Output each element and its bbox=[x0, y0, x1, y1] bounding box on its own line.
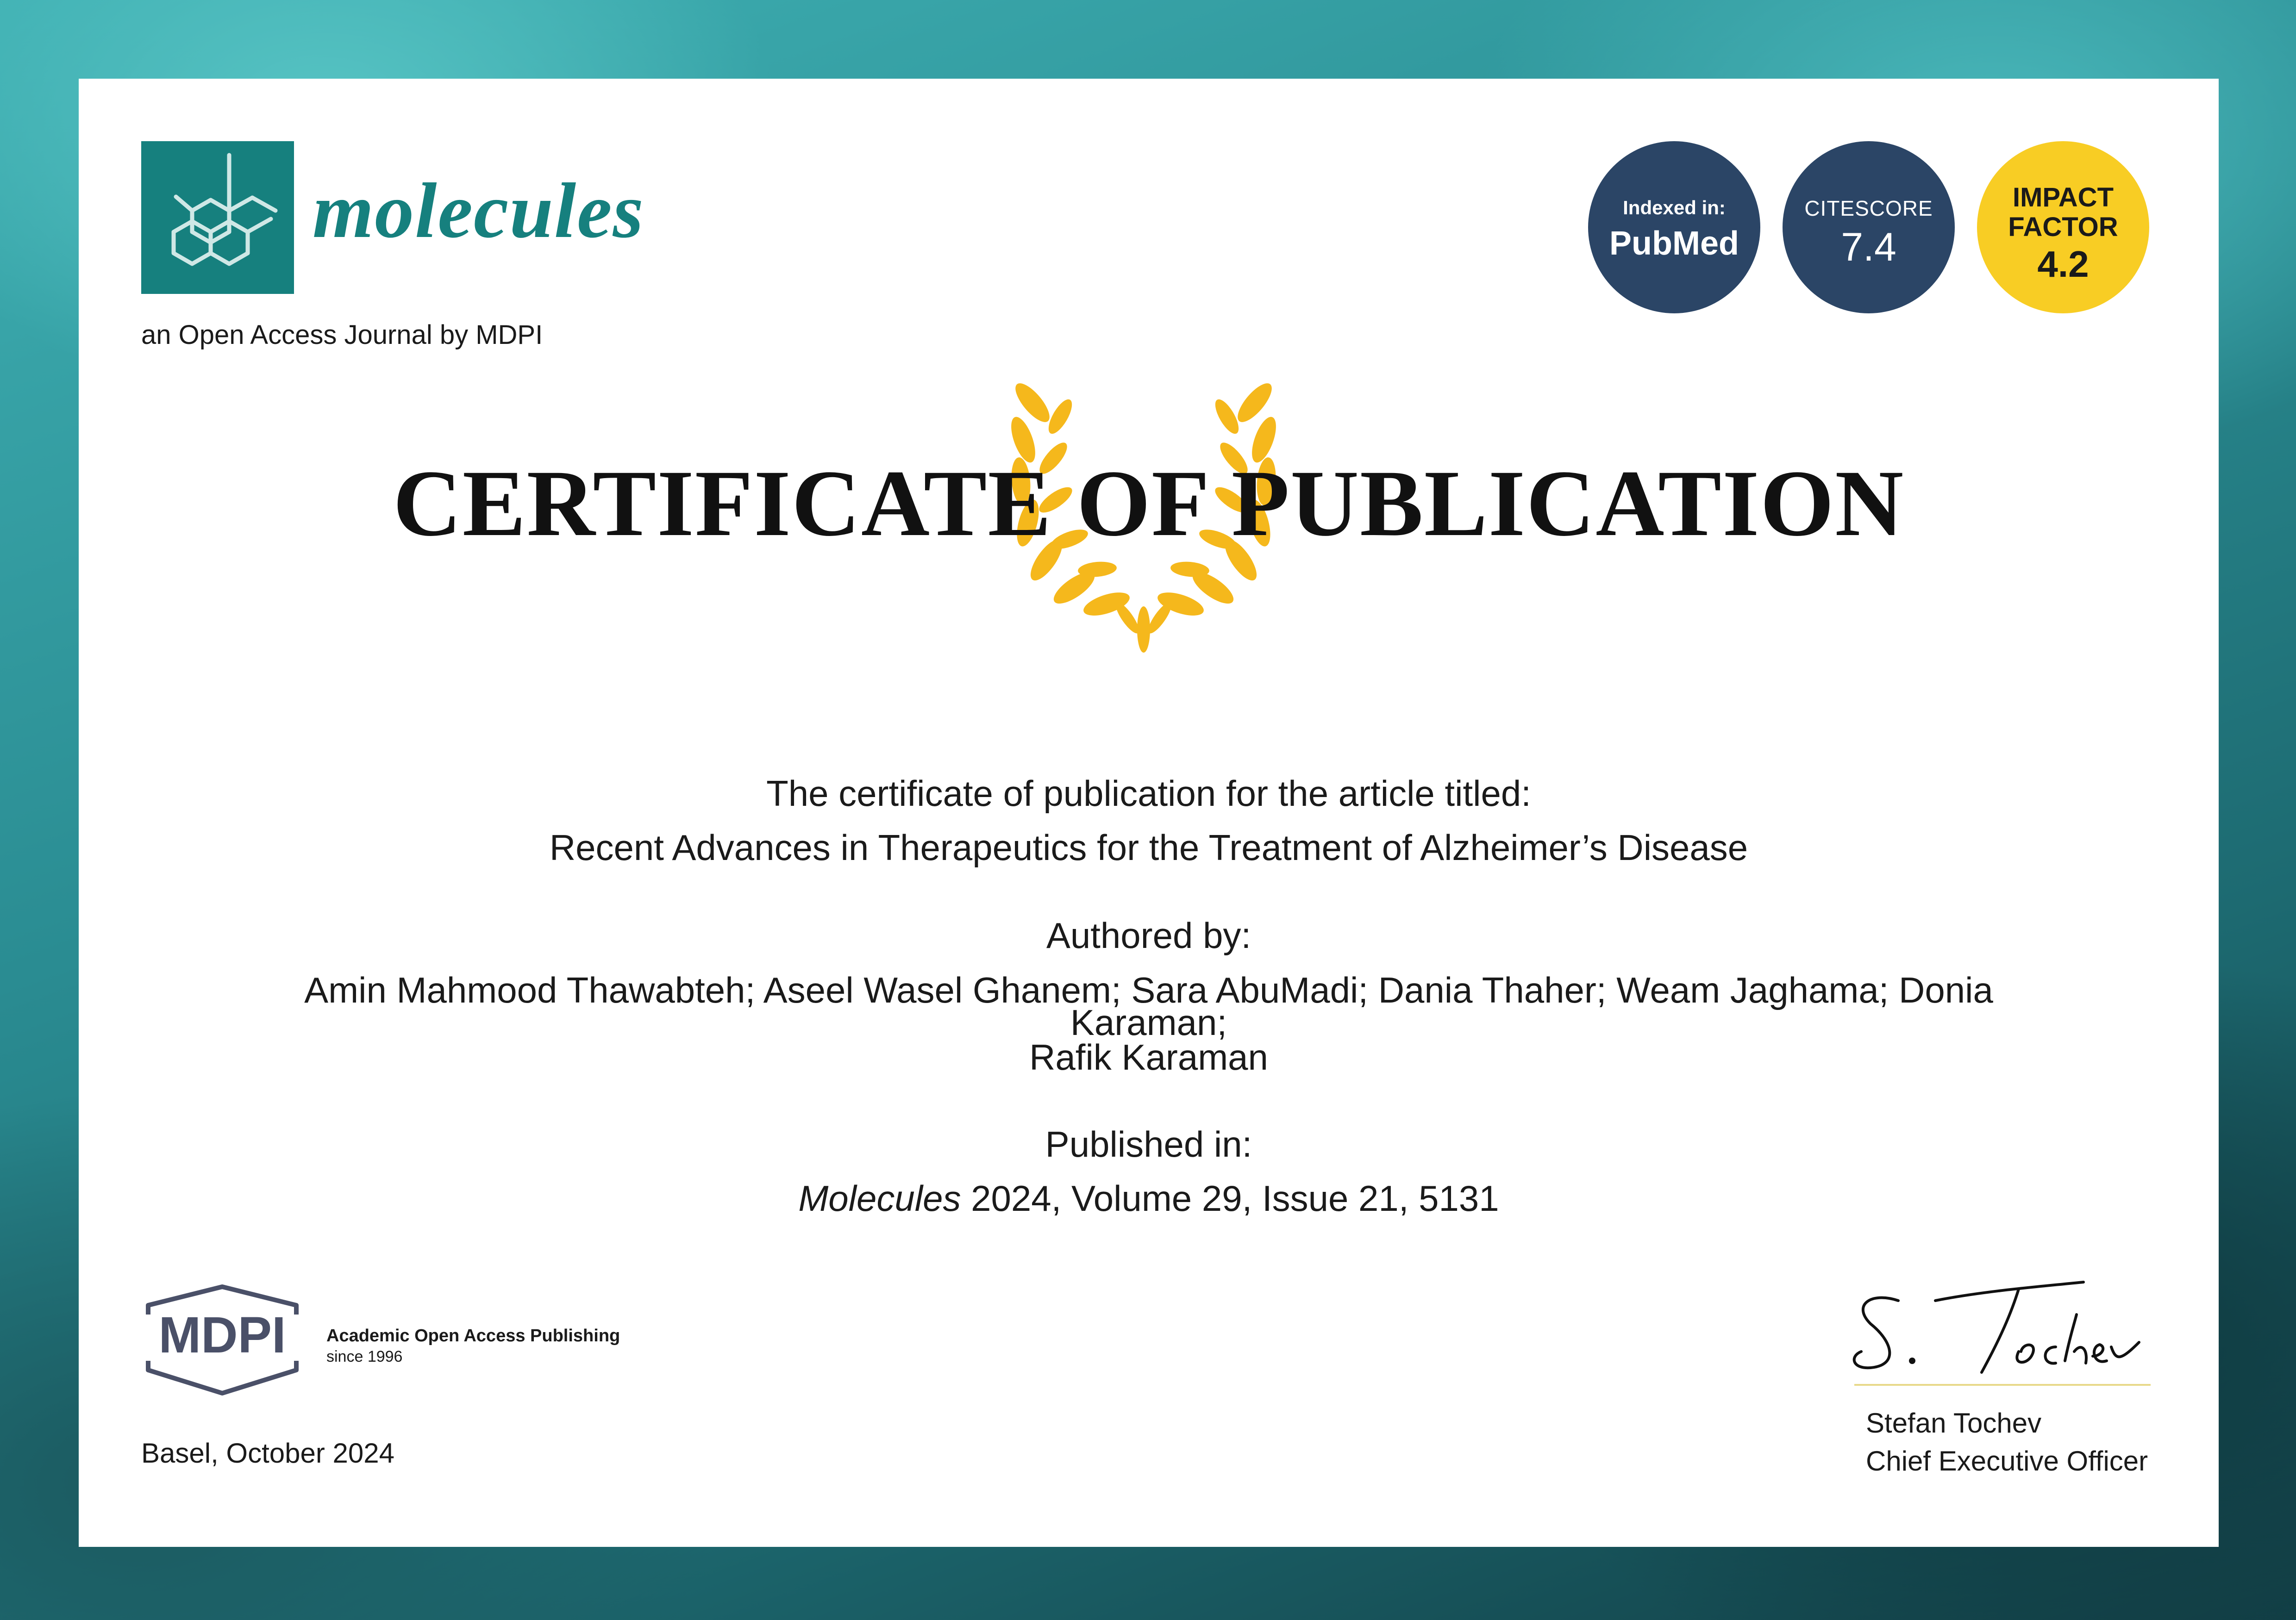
citation: Molecules 2024, Volume 29, Issue 21, 513… bbox=[79, 1180, 2219, 1216]
citescore-badge-value: 7.4 bbox=[1841, 225, 1896, 269]
molecules-logo-icon bbox=[141, 141, 294, 294]
pubmed-badge: Indexed in: PubMed bbox=[1588, 141, 1760, 313]
signatory-role: Chief Executive Officer bbox=[1866, 1446, 2148, 1477]
journal-name: molecules bbox=[313, 167, 644, 254]
impact-factor-badge: IMPACT FACTOR 4.2 bbox=[1977, 141, 2149, 313]
signature-icon bbox=[1852, 1281, 2140, 1374]
mdpi-logo-icon: MDPI bbox=[146, 1284, 299, 1396]
article-title: Recent Advances in Therapeutics for the … bbox=[549, 827, 1748, 868]
pubmed-badge-label: Indexed in: bbox=[1623, 197, 1726, 218]
authors-line-2: Karaman; bbox=[1070, 1002, 1227, 1043]
citation-journal: Molecules bbox=[798, 1178, 961, 1219]
citation-details: , Volume 29, Issue 21, 5131 bbox=[1051, 1178, 1499, 1219]
signatory-name: Stefan Tochev bbox=[1866, 1408, 2042, 1439]
publisher-tagline: Academic Open Access Publishing bbox=[326, 1326, 620, 1346]
place-date: Basel, October 2024 bbox=[141, 1438, 395, 1469]
journal-tagline: an Open Access Journal by MDPI bbox=[141, 320, 543, 350]
impact-factor-badge-value: 4.2 bbox=[2037, 243, 2089, 285]
citescore-badge: CITESCORE 7.4 bbox=[1783, 141, 1955, 313]
authors-line-3: Rafik Karaman bbox=[1029, 1037, 1268, 1078]
published-label: Published in: bbox=[1045, 1124, 1252, 1165]
impact-factor-badge-label: IMPACT FACTOR bbox=[2008, 182, 2118, 242]
citation-year: 2024 bbox=[971, 1178, 1051, 1219]
publisher-since: since 1996 bbox=[326, 1348, 403, 1365]
certificate-intro: The certificate of publication for the a… bbox=[766, 773, 1531, 814]
certificate-card: molecules an Open Access Journal by MDPI… bbox=[79, 79, 2219, 1547]
certificate-title: CERTIFICATE OF PUBLICATION bbox=[393, 451, 1905, 556]
citescore-badge-label: CITESCORE bbox=[1804, 196, 1933, 220]
pubmed-badge-value: PubMed bbox=[1609, 225, 1739, 262]
authored-label: Authored by: bbox=[1046, 915, 1251, 956]
mdpi-logo-text: MDPI bbox=[159, 1307, 286, 1364]
signature-line bbox=[1854, 1384, 2151, 1386]
